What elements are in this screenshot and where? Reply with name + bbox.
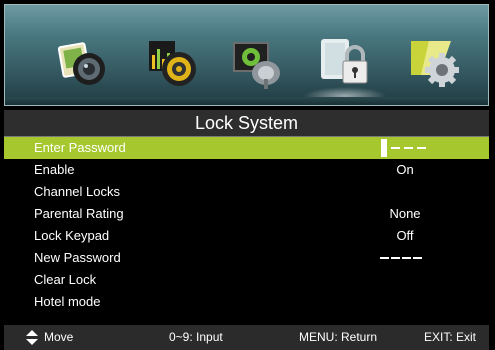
menu-item-label: Hotel mode (34, 294, 101, 309)
menu-item-parental-rating[interactable]: Parental Rating None (4, 203, 489, 225)
lock-icon[interactable] (303, 35, 387, 105)
menu-item-label: Parental Rating (34, 206, 124, 221)
menu-item-new-password[interactable]: New Password (4, 247, 489, 269)
password-digit-placeholder (391, 147, 400, 149)
menu-item-label: Enable (34, 162, 75, 177)
menu-item-hotel-mode[interactable]: Hotel mode (4, 291, 489, 313)
menu-item-label: Lock Keypad (34, 228, 110, 243)
menu-item-lock-keypad[interactable]: Lock Keypad Off (4, 225, 489, 247)
menu-item-channel-locks[interactable]: Channel Locks (4, 181, 489, 203)
help-bar: Move 0~9: Input MENU: Return EXIT: Exit (4, 325, 489, 350)
channel-icon[interactable] (230, 35, 286, 91)
help-return: MENU: Return (299, 330, 378, 344)
menu-item-value: None (389, 206, 421, 221)
password-digit-placeholder (417, 147, 426, 149)
password-digit-placeholder (404, 147, 413, 149)
password-digit-placeholder (380, 257, 389, 259)
page-title: Lock System (4, 110, 489, 138)
tv-osd-screen: Lock System Enter Password Enable On Cha… (0, 0, 495, 350)
help-move: Move (44, 330, 74, 344)
menu-item-value: Off (396, 228, 414, 243)
help-input: 0~9: Input (169, 330, 223, 344)
menu-item-enable[interactable]: Enable On (4, 159, 489, 181)
password-digit-placeholder (391, 257, 400, 259)
help-exit: EXIT: Exit (424, 330, 477, 344)
password-cursor (381, 139, 387, 157)
menu-item-label: Channel Locks (34, 184, 120, 199)
menu-item-clear-lock[interactable]: Clear Lock (4, 269, 489, 291)
setup-icon[interactable] (407, 35, 463, 91)
menu-item-enter-password[interactable]: Enter Password (4, 137, 489, 159)
password-digit-placeholder (402, 257, 411, 259)
menu-item-value: On (396, 162, 414, 177)
menu-item-label: New Password (34, 250, 121, 265)
picture-icon[interactable] (55, 35, 111, 91)
lock-system-menu: Enter Password Enable On Channel Locks P… (4, 137, 489, 313)
password-digit-placeholder (413, 257, 422, 259)
sound-icon[interactable] (145, 35, 201, 91)
menu-item-label: Enter Password (34, 140, 126, 155)
up-down-arrow-icon (26, 330, 38, 345)
menu-icon-bar (4, 4, 489, 106)
menu-item-label: Clear Lock (34, 272, 97, 287)
